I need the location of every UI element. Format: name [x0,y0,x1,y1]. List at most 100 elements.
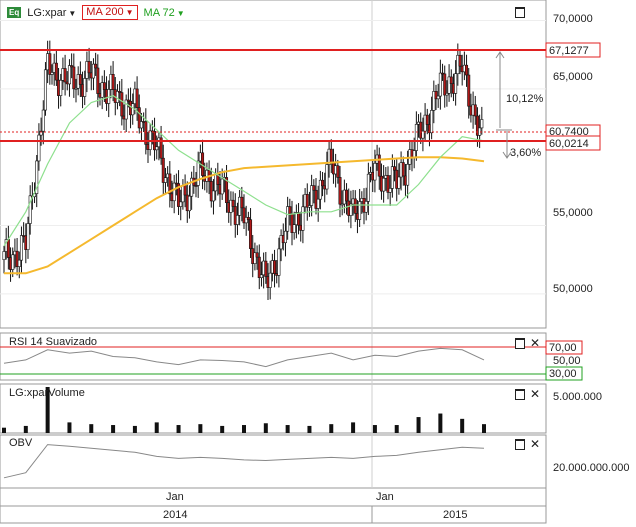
volume-bar [176,425,181,433]
candle-body [321,179,325,187]
volume-bar [220,425,225,433]
volume-bar [132,425,137,433]
candle-body [438,72,442,97]
volume-bar [460,418,465,433]
candle-body [255,252,259,258]
volume-bar [438,413,443,433]
y-tick-65: 65,0000 [553,71,593,83]
rsi-lower-label: 30,00 [549,368,577,380]
ma200-tag[interactable]: MA 200 ▼ [82,5,138,20]
candle-body [364,201,368,213]
candle-body [377,154,381,177]
candle-body [325,164,329,190]
candle-body [268,272,272,288]
year-label-1: 2014 [163,509,187,521]
candle-body [115,91,119,103]
year-label-2: 2015 [443,509,467,521]
rsi-title: RSI 14 Suavizado [9,336,97,348]
candle-body [454,73,458,94]
candle-body [264,260,268,277]
candle-body [345,189,349,202]
rsi-maximize-icon[interactable] [515,338,525,349]
eq-icon[interactable]: Eq [7,7,22,18]
candle-body [6,239,10,258]
candle-body [246,217,250,220]
candle-body [292,224,296,233]
chart-svg: 10,12% 3,60% 70,0000 65,0000 55,0000 50,… [0,0,629,524]
candle-body [17,259,21,267]
candle-body [163,177,167,183]
candle-body [11,254,15,270]
volume-bar [2,427,6,433]
candle-body [288,206,292,215]
candle-body [329,148,333,163]
candle-body [480,119,484,129]
volume-bar [67,422,72,433]
candle-body [316,198,320,209]
candle-body [19,235,23,261]
candle-body [120,92,124,117]
candle-body [54,62,58,81]
candle-body [259,274,263,278]
ma200-label: MA 200 [86,6,124,18]
volume-close-icon[interactable]: ✕ [530,388,540,400]
volume-bar [307,425,312,433]
candle-body [155,146,159,151]
chevron-down-icon: ▼ [125,8,134,17]
candle-body [393,166,397,171]
candle-body [425,114,429,125]
candle-body [240,196,244,209]
rsi-close-icon[interactable]: ✕ [530,337,540,349]
candle-body [183,185,187,196]
candle-body [336,165,340,178]
volume-tick: 5.000.000 [553,391,602,403]
candle-body [358,201,362,220]
candle-body [63,68,67,83]
candle-body [353,198,357,214]
symbol-label: LG:xpar [27,6,67,19]
candle-body [96,67,100,94]
candle-body [382,177,386,192]
volume-maximize-icon[interactable] [515,389,525,400]
price-panel-header: Eq LG:xpar ▼ MA 200 ▼ MA 72 ▼ [7,5,185,20]
candle-body [172,182,176,202]
candle-body [449,76,453,84]
candle-body [235,215,239,225]
candle-body [37,134,41,162]
candle-body [465,64,469,76]
level-low-label: 60,0214 [549,138,589,150]
candle-body [373,162,377,181]
candle-body [421,130,425,139]
candle-body [131,103,135,116]
volume-bar [242,425,246,433]
obv-maximize-icon[interactable] [515,439,525,450]
obv-close-icon[interactable]: ✕ [530,438,540,450]
candle-body [2,251,6,260]
candle-body [135,88,139,108]
candle-body [72,66,76,90]
ma72-tag[interactable]: MA 72 ▼ [144,7,185,19]
pct-down-label: 3,60% [510,147,541,159]
price-maximize-icon[interactable] [515,7,525,18]
candle-body [458,54,462,67]
candle-body [59,79,63,96]
volume-bar [111,425,116,433]
candle-body [211,190,215,202]
y-tick-55: 55,0000 [553,207,593,219]
volume-bar [23,425,28,433]
candle-body [179,201,183,207]
candle-body [283,230,287,244]
candle-body [220,178,224,195]
candle-body [94,63,98,69]
candle-body [397,176,401,189]
candle-body [338,177,342,205]
volume-title: LG:xparVolume [9,387,85,399]
candle-body [414,124,418,151]
candle-body [467,74,471,107]
candle-body [67,65,71,85]
volume-bar [372,425,377,433]
candle-body [48,53,52,75]
symbol-selector[interactable]: LG:xpar ▼ [27,7,76,19]
y-tick-50: 50,0000 [553,283,593,295]
candle-body [401,162,405,177]
